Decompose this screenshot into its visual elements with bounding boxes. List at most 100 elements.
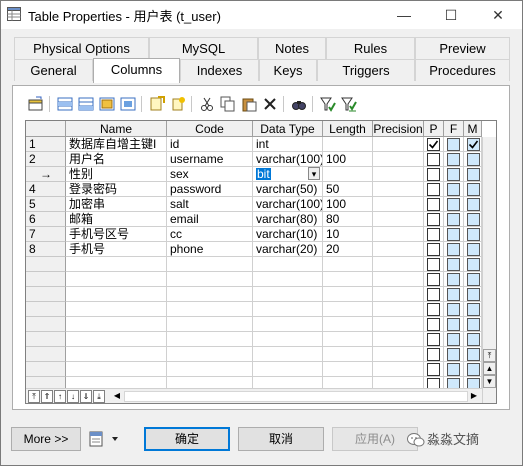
row-header[interactable] bbox=[26, 317, 66, 332]
cell-length[interactable] bbox=[323, 362, 373, 377]
header-primary[interactable]: P bbox=[424, 121, 444, 137]
paste-icon[interactable] bbox=[241, 96, 257, 112]
cell-data-type[interactable] bbox=[253, 347, 323, 362]
cell-precision[interactable] bbox=[373, 302, 424, 317]
foreign-checkbox[interactable] bbox=[447, 258, 460, 271]
cell-data-type[interactable] bbox=[253, 272, 323, 287]
add-column-icon[interactable] bbox=[149, 96, 165, 112]
delete-icon[interactable] bbox=[262, 96, 278, 112]
cell-name[interactable]: 登录密码 bbox=[66, 182, 167, 197]
cell-data-type[interactable]: varchar(80) bbox=[253, 212, 323, 227]
primary-checkbox[interactable] bbox=[427, 183, 440, 196]
tab-triggers[interactable]: Triggers bbox=[317, 59, 415, 81]
tab-mysql[interactable]: MySQL bbox=[149, 37, 258, 59]
move-down-page-icon[interactable]: ⇓ bbox=[80, 390, 92, 403]
move-up-page-icon[interactable]: ⇑ bbox=[41, 390, 53, 403]
foreign-checkbox[interactable] bbox=[447, 273, 460, 286]
cell-code[interactable] bbox=[167, 362, 253, 377]
row-header[interactable] bbox=[26, 332, 66, 347]
foreign-checkbox[interactable] bbox=[447, 333, 460, 346]
mandatory-checkbox[interactable] bbox=[467, 153, 480, 166]
mandatory-checkbox[interactable] bbox=[467, 168, 480, 181]
cell-length[interactable]: 100 bbox=[323, 197, 373, 212]
primary-checkbox[interactable] bbox=[427, 243, 440, 256]
cancel-button[interactable]: 取消 bbox=[238, 427, 324, 451]
primary-checkbox[interactable] bbox=[427, 153, 440, 166]
cell-length[interactable] bbox=[323, 137, 373, 152]
tab-notes[interactable]: Notes bbox=[258, 37, 326, 59]
mandatory-checkbox[interactable] bbox=[467, 243, 480, 256]
properties-icon[interactable] bbox=[28, 96, 44, 112]
cell-code[interactable]: password bbox=[167, 182, 253, 197]
cell-code[interactable] bbox=[167, 317, 253, 332]
cell-name[interactable] bbox=[66, 287, 167, 302]
ok-button[interactable]: 确定 bbox=[144, 427, 230, 451]
customize-columns-filter-icon[interactable] bbox=[341, 96, 357, 112]
foreign-checkbox[interactable] bbox=[447, 288, 460, 301]
cell-length[interactable]: 50 bbox=[323, 182, 373, 197]
mandatory-checkbox[interactable] bbox=[467, 288, 480, 301]
cell-precision[interactable] bbox=[373, 197, 424, 212]
tab-preview[interactable]: Preview bbox=[415, 37, 510, 59]
move-bottom-icon[interactable]: ⤓ bbox=[93, 390, 105, 403]
cell-data-type[interactable]: varchar(100) bbox=[253, 152, 323, 167]
move-down-icon[interactable]: ↓ bbox=[67, 390, 79, 403]
cell-data-type[interactable] bbox=[253, 257, 323, 272]
row-header[interactable] bbox=[26, 257, 66, 272]
cell-precision[interactable] bbox=[373, 257, 424, 272]
primary-checkbox[interactable] bbox=[427, 348, 440, 361]
cell-length[interactable]: 20 bbox=[323, 242, 373, 257]
cell-length[interactable] bbox=[323, 257, 373, 272]
primary-checkbox[interactable] bbox=[427, 363, 440, 376]
cell-name[interactable] bbox=[66, 362, 167, 377]
cell-precision[interactable] bbox=[373, 242, 424, 257]
add-row-icon[interactable] bbox=[78, 96, 94, 112]
row-header[interactable]: 6 bbox=[26, 212, 66, 227]
move-top-icon[interactable]: ⤒ bbox=[28, 390, 40, 403]
cell-data-type[interactable]: int bbox=[253, 137, 323, 152]
header-mandatory[interactable]: M bbox=[464, 121, 482, 137]
row-header[interactable]: → bbox=[26, 167, 66, 182]
row-header[interactable]: 1 bbox=[26, 137, 66, 152]
mandatory-checkbox[interactable] bbox=[467, 318, 480, 331]
tab-procedures[interactable]: Procedures bbox=[415, 59, 510, 81]
tab-rules[interactable]: Rules bbox=[326, 37, 415, 59]
row-header[interactable]: 7 bbox=[26, 227, 66, 242]
mandatory-checkbox[interactable] bbox=[467, 198, 480, 211]
cell-precision[interactable] bbox=[373, 167, 424, 182]
header-code[interactable]: Code bbox=[167, 121, 253, 137]
cell-precision[interactable] bbox=[373, 287, 424, 302]
copy-icon[interactable] bbox=[220, 96, 236, 112]
insert-row-icon[interactable] bbox=[57, 96, 73, 112]
tab-general[interactable]: General bbox=[14, 59, 93, 81]
maximize-button[interactable]: ☐ bbox=[434, 1, 468, 29]
cell-data-type[interactable] bbox=[253, 332, 323, 347]
mandatory-checkbox[interactable] bbox=[467, 213, 480, 226]
cell-length[interactable] bbox=[323, 287, 373, 302]
cell-data-type[interactable] bbox=[253, 362, 323, 377]
mandatory-checkbox[interactable] bbox=[467, 348, 480, 361]
cell-length[interactable] bbox=[323, 332, 373, 347]
cell-code[interactable]: email bbox=[167, 212, 253, 227]
cell-code[interactable]: phone bbox=[167, 242, 253, 257]
cell-code[interactable]: id bbox=[167, 137, 253, 152]
foreign-checkbox[interactable] bbox=[447, 198, 460, 211]
tab-columns[interactable]: Columns bbox=[93, 58, 180, 83]
cell-name[interactable] bbox=[66, 272, 167, 287]
primary-checkbox[interactable] bbox=[427, 228, 440, 241]
row-header[interactable] bbox=[26, 302, 66, 317]
cell-precision[interactable] bbox=[373, 137, 424, 152]
mandatory-checkbox[interactable] bbox=[467, 363, 480, 376]
close-button[interactable]: ✕ bbox=[481, 1, 515, 29]
cell-name[interactable] bbox=[66, 332, 167, 347]
foreign-checkbox[interactable] bbox=[447, 168, 460, 181]
cell-name[interactable] bbox=[66, 317, 167, 332]
cell-length[interactable] bbox=[323, 272, 373, 287]
cell-code[interactable]: username bbox=[167, 152, 253, 167]
row-header[interactable]: 2 bbox=[26, 152, 66, 167]
more-button[interactable]: More >> bbox=[11, 427, 81, 451]
primary-checkbox[interactable] bbox=[427, 258, 440, 271]
cut-icon[interactable] bbox=[199, 96, 215, 112]
cell-precision[interactable] bbox=[373, 212, 424, 227]
cell-code[interactable]: sex bbox=[167, 167, 253, 182]
